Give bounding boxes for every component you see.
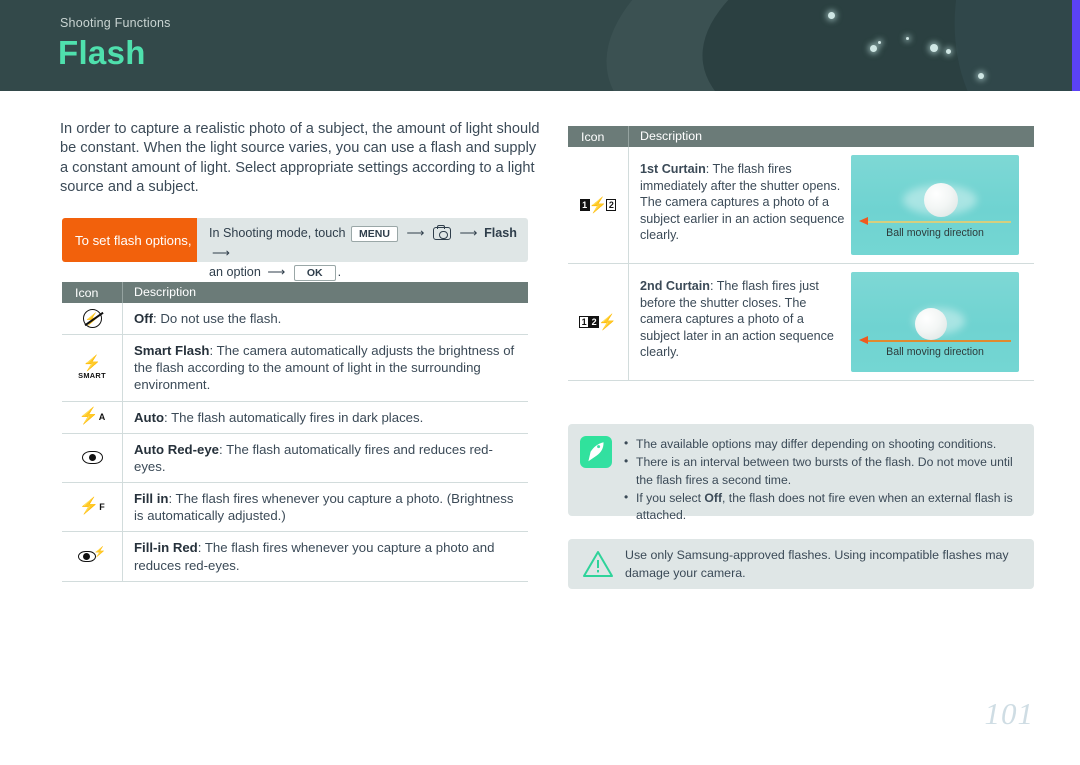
- set-flash-options-callout: To set flash options, In Shooting mode, …: [62, 218, 528, 281]
- fill-in-icon-sup: F: [99, 501, 105, 512]
- table-row: ⚡ A Auto: The flash automatically fires i…: [62, 401, 528, 434]
- curtain-options-table: Icon Description 1 ⚡ 2 1st Curtain: The fl…: [568, 126, 1034, 381]
- intro-paragraph: In order to capture a realistic photo of…: [60, 121, 540, 196]
- list-item: If you select Off, the flash does not fi…: [623, 489, 1020, 525]
- warning-text: Use only Samsung-approved flashes. Using…: [625, 548, 1009, 580]
- table-row: ⚡ Off: Do not use the flash.: [62, 303, 528, 336]
- table-row: 1 ⚡ 2 1st Curtain: The flash fires immedia…: [568, 147, 1034, 264]
- option-term: Auto: [134, 409, 165, 425]
- smart-flash-icon-label: SMART: [78, 371, 106, 381]
- table-row: ⚡ F Fill in: The flash fires whenever you…: [62, 483, 528, 533]
- header-sparkle: [930, 44, 938, 52]
- row-description: Auto: The flash automatically fires in d…: [122, 401, 528, 433]
- column-header-icon: Icon: [75, 285, 99, 300]
- flash-menu-label: Flash: [484, 226, 517, 241]
- warning-box: Use only Samsung-approved flashes. Using…: [568, 539, 1034, 589]
- auto-red-eye-icon: [62, 434, 122, 482]
- table-header-row: Icon Description: [568, 126, 1034, 147]
- table-row: ⚡ SMART Smart Flash: The camera automati…: [62, 335, 528, 402]
- note-text: If you select: [636, 490, 705, 505]
- flash-options-table: Icon Description ⚡ Off: Do not use the f…: [62, 282, 528, 582]
- ok-key[interactable]: OK: [293, 264, 336, 281]
- row-description: Fill-in Red: The flash fires whenever yo…: [122, 532, 528, 581]
- option-term: Auto Red-eye: [134, 441, 219, 457]
- curtain-num-1: 1: [579, 316, 590, 328]
- second-curtain-illustration: Ball moving direction: [851, 272, 1019, 372]
- page-title: Flash: [58, 34, 146, 71]
- column-header-icon: Icon: [581, 129, 605, 144]
- note-list: The available options may differ dependi…: [623, 435, 1020, 522]
- column-header-description: Description: [628, 126, 1034, 147]
- header-sparkle: [878, 41, 881, 44]
- second-curtain-icon: 1 2 ⚡: [568, 264, 628, 380]
- column-header-description: Description: [122, 282, 528, 303]
- note-box: The available options may differ dependi…: [568, 424, 1034, 522]
- option-term: Off: [134, 311, 154, 326]
- option-term: 1st Curtain: [640, 162, 706, 176]
- option-text: : Do not use the flash.: [153, 311, 282, 326]
- note-text: There is an interval between two bursts …: [636, 455, 1013, 487]
- table-row: Auto Red-eye: The flash automatically fi…: [62, 433, 528, 484]
- callout-steps: In Shooting mode, touch MENU ⟶ ⟶ Flash ⟶…: [197, 218, 528, 281]
- callout-period: .: [337, 265, 342, 280]
- warning-triangle-icon-glyph: [583, 551, 613, 577]
- arrow-icon: ⟶: [212, 245, 231, 260]
- illustration-caption: Ball moving direction: [886, 346, 984, 358]
- row-description: Fill in: The flash fires whenever you ca…: [122, 483, 528, 532]
- page-number: 101: [984, 696, 1034, 731]
- note-text-bold: Off: [704, 490, 723, 505]
- table-row: 1 2 ⚡ 2nd Curtain: The flash fires just be…: [568, 264, 1034, 381]
- menu-key[interactable]: MENU: [351, 225, 398, 242]
- list-item: There is an interval between two bursts …: [623, 453, 1020, 489]
- arrow-icon: ⟶: [267, 265, 286, 280]
- camera-icon: [433, 225, 452, 241]
- option-term: Smart Flash: [134, 343, 210, 359]
- flash-off-icon: ⚡: [62, 303, 122, 334]
- page-header: Shooting Functions Flash: [0, 0, 1080, 91]
- manual-page: Shooting Functions Flash In order to cap…: [0, 0, 1080, 765]
- option-term: Fill in: [134, 491, 169, 507]
- row-description: 1st Curtain: The flash fires immediately…: [628, 147, 1034, 263]
- option-text: : The flash automatically fires in dark …: [164, 409, 424, 425]
- first-curtain-illustration: Ball moving direction: [851, 155, 1019, 255]
- header-accent-strip: [1072, 0, 1080, 91]
- curtain-num-2: 2: [606, 199, 617, 211]
- header-sparkle: [870, 45, 877, 52]
- note-text: The available options may differ dependi…: [636, 437, 997, 451]
- first-curtain-icon: 1 ⚡ 2: [568, 147, 628, 263]
- row-description: 2nd Curtain: The flash fires just before…: [628, 264, 1034, 380]
- header-sparkle: [978, 73, 984, 79]
- fill-in-red-icon: ⚡: [62, 532, 122, 580]
- table-row: ⚡ Fill-in Red: The flash fires whenever …: [62, 532, 528, 582]
- illustration-caption: Ball moving direction: [886, 227, 984, 239]
- breadcrumb-kicker: Shooting Functions: [60, 16, 171, 30]
- list-item: The available options may differ dependi…: [623, 435, 1020, 453]
- table-header-row: Icon Description: [62, 282, 528, 303]
- flash-auto-icon-sup: A: [98, 411, 106, 422]
- arrow-icon: ⟶: [459, 226, 478, 240]
- note-pen-icon-glyph: [588, 442, 604, 462]
- note-pen-icon: [580, 436, 612, 468]
- header-sparkle: [906, 37, 909, 40]
- header-sparkle: [828, 12, 835, 19]
- row-description: Auto Red-eye: The flash automatically fi…: [122, 433, 528, 483]
- fill-in-icon: ⚡ F: [79, 498, 105, 516]
- callout-prefix: In Shooting mode, touch: [209, 226, 346, 241]
- header-sparkle: [946, 49, 951, 54]
- option-term: 2nd Curtain: [640, 279, 710, 293]
- callout-mid: an option: [209, 265, 261, 280]
- arrow-icon: ⟶: [406, 226, 425, 240]
- flash-auto-icon: ⚡ A: [78, 408, 106, 426]
- option-term: Fill-in Red: [134, 540, 198, 556]
- callout-tag-label: To set flash options,: [62, 218, 197, 262]
- row-description: Off: Do not use the flash.: [122, 303, 528, 335]
- option-text: : The flash fires whenever you capture a…: [134, 491, 514, 524]
- row-description: Smart Flash: The camera automatically ad…: [122, 335, 528, 401]
- warning-triangle-icon: [582, 549, 614, 579]
- smart-flash-icon: ⚡ SMART: [78, 355, 106, 381]
